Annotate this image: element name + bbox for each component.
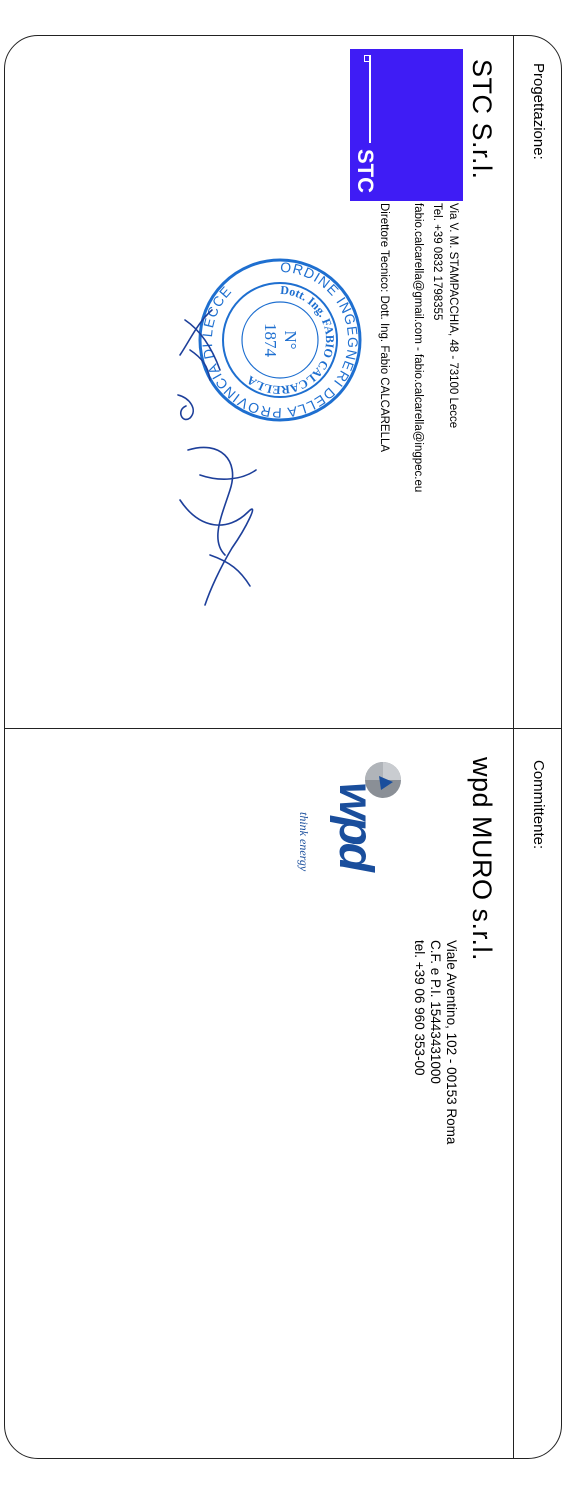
wpd-logo: wpd think energy <box>297 762 401 874</box>
wpd-logo-tagline: think energy <box>297 812 311 872</box>
label-column-divider <box>513 35 515 1459</box>
client-company-name: wpd MURO s.r.l. <box>467 757 497 962</box>
designer-phone: Tel. +39 0832 1798355 <box>431 203 443 321</box>
client-address: Viale Aventino, 102 - 00153 Roma <box>444 940 459 1145</box>
stc-logo-text: STC <box>353 149 378 193</box>
section-divider <box>4 728 562 730</box>
title-block-frame <box>4 35 562 1459</box>
signature-image <box>177 309 257 606</box>
wpd-logo-brand: wpd <box>329 782 382 874</box>
stc-logo: STC <box>350 49 463 201</box>
client-phone: tel. +39 06 960 353-00 <box>412 940 427 1076</box>
designer-company-name: STC S.r.l. <box>467 59 497 180</box>
designer-label: Progettazione: <box>530 63 547 160</box>
designer-email: fabio.calcarella@gmail.com - fabio.calca… <box>412 203 424 493</box>
designer-address: Via V. M. STAMPACCHIA, 48 - 73100 Lecce <box>447 203 459 429</box>
designer-technical-director: Direttore Tecnico: Dott. Ing. Fabio CALC… <box>378 203 390 453</box>
stamp-number-label: N° <box>281 330 300 349</box>
client-label: Committente: <box>530 760 547 850</box>
stc-logo-line <box>369 55 371 143</box>
client-tax-code: C.F. e P.I. 15443431000 <box>428 940 443 1084</box>
